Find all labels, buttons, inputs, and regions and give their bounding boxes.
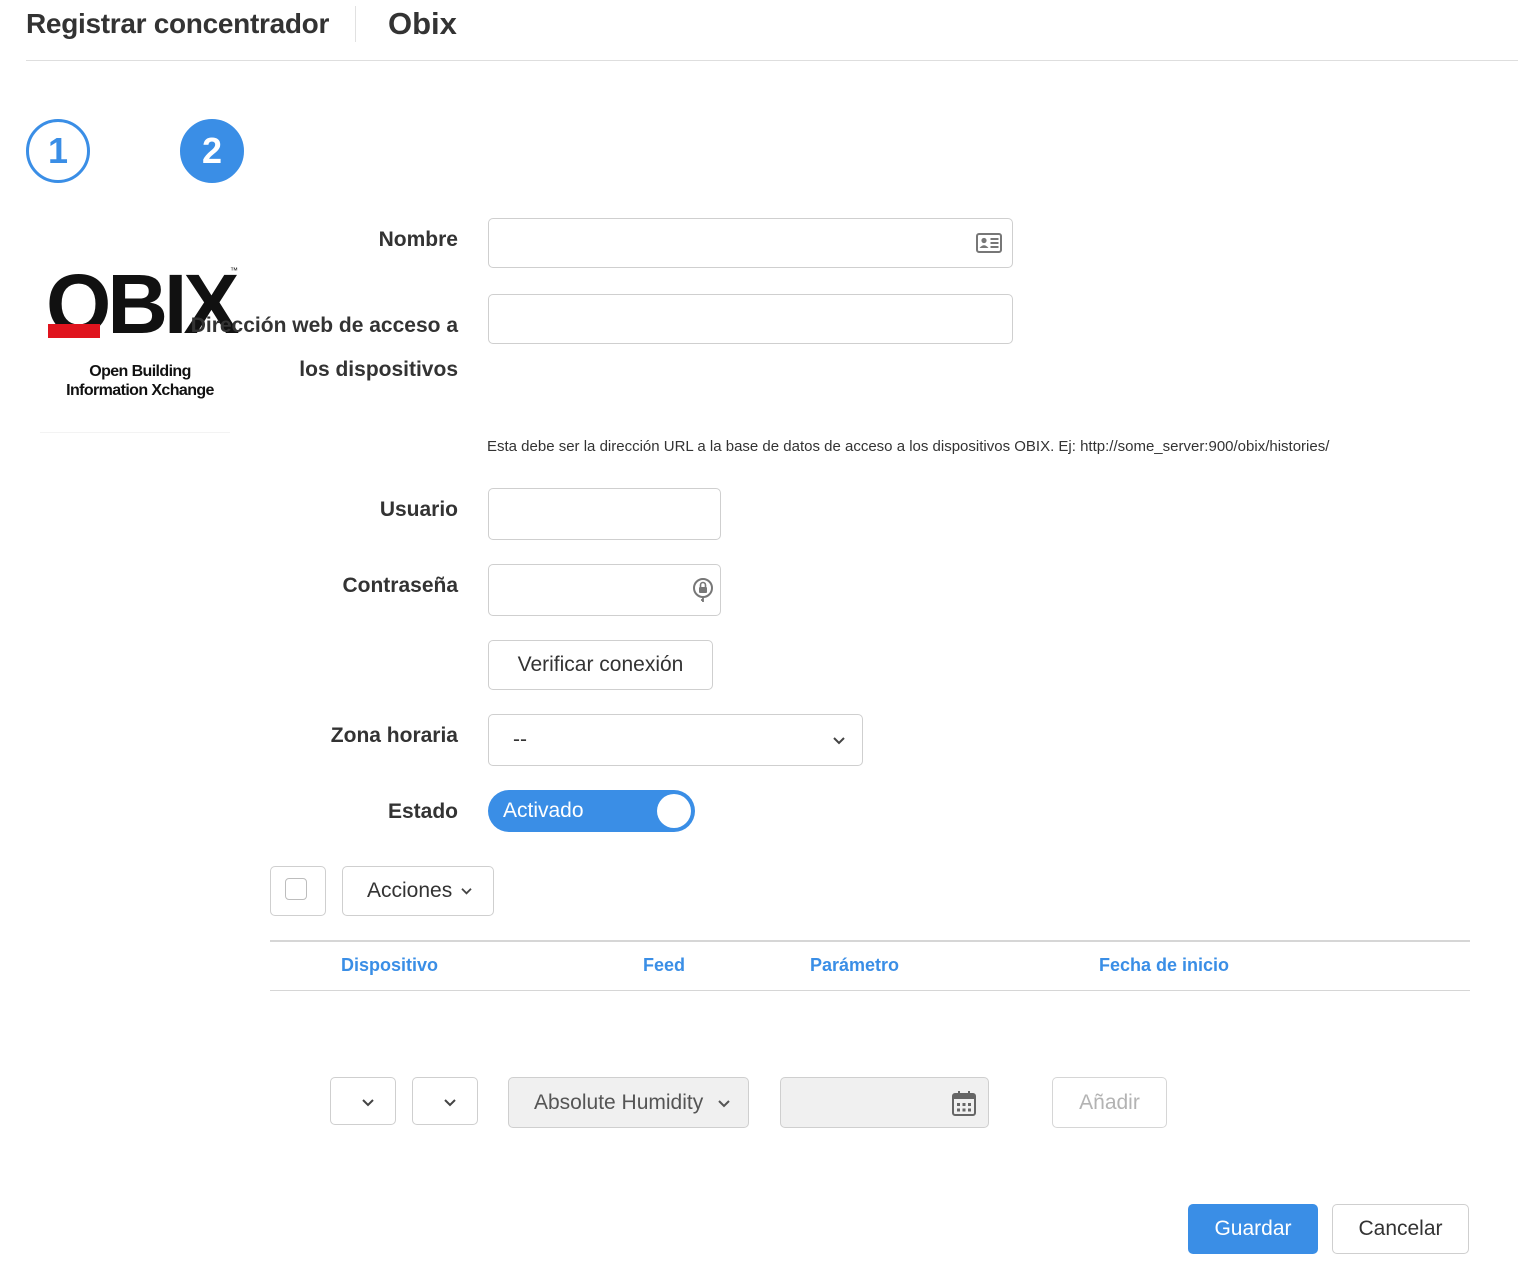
timezone-select[interactable]: -- — [488, 714, 863, 766]
logo-red-bar — [48, 324, 100, 338]
url-hint: Esta debe ser la dirección URL a la base… — [487, 438, 1330, 455]
password-key-icon[interactable] — [690, 576, 716, 604]
calendar-icon[interactable] — [951, 1089, 977, 1117]
usuario-label: Usuario — [379, 498, 458, 521]
column-header-dispositivo[interactable]: Dispositivo — [341, 955, 438, 976]
verify-connection-button[interactable]: Verificar conexión — [488, 640, 713, 690]
column-header-fecha-inicio[interactable]: Fecha de inicio — [1099, 955, 1229, 976]
chevron-down-icon — [444, 1099, 456, 1107]
save-button[interactable]: Guardar — [1188, 1204, 1318, 1254]
nombre-input[interactable] — [488, 218, 1013, 268]
checkbox-square — [285, 878, 307, 900]
chevron-down-icon — [461, 887, 472, 895]
actions-label: Acciones — [367, 879, 453, 902]
timezone-label: Zona horaria — [330, 724, 458, 747]
cancel-button[interactable]: Cancelar — [1332, 1204, 1469, 1254]
table-top-border — [270, 940, 1470, 942]
url-input[interactable] — [488, 294, 1013, 344]
page-title: Registrar concentrador — [26, 8, 330, 39]
add-row-button[interactable]: Añadir — [1052, 1077, 1167, 1128]
logo-trademark: ™ — [230, 266, 238, 275]
toggle-knob — [657, 794, 691, 828]
chevron-down-icon — [833, 737, 845, 745]
device-select[interactable] — [330, 1077, 396, 1125]
timezone-value: -- — [513, 728, 527, 751]
step-number: 1 — [47, 130, 69, 171]
header-rule — [26, 60, 1518, 61]
integration-name: Obix — [388, 6, 457, 41]
header-divider — [355, 6, 356, 42]
actions-dropdown-button[interactable]: Acciones — [342, 866, 494, 916]
password-input[interactable] — [488, 564, 721, 616]
parameter-value: Absolute Humidity — [534, 1091, 704, 1114]
column-header-feed[interactable]: Feed — [643, 955, 685, 976]
nombre-label: Nombre — [378, 228, 458, 251]
chevron-down-icon — [362, 1099, 374, 1107]
chevron-down-icon — [718, 1100, 730, 1108]
step-2-indicator[interactable]: 2 — [180, 119, 244, 183]
status-toggle-text: Activado — [503, 799, 584, 822]
password-label: Contraseña — [342, 574, 458, 597]
feed-select[interactable] — [412, 1077, 478, 1125]
contact-card-icon — [976, 233, 1002, 253]
select-all-checkbox[interactable] — [270, 866, 326, 916]
parameter-select[interactable]: Absolute Humidity — [508, 1077, 749, 1128]
start-date-input[interactable] — [780, 1077, 989, 1128]
column-header-parametro[interactable]: Parámetro — [810, 955, 899, 976]
url-label: Dirección web de acceso a los dispositiv… — [190, 314, 458, 381]
usuario-input[interactable] — [488, 488, 721, 540]
status-label: Estado — [387, 800, 458, 823]
status-toggle[interactable]: Activado — [488, 790, 695, 832]
table-header-border — [270, 990, 1470, 991]
step-1-indicator[interactable]: 1 — [26, 119, 90, 183]
logo-divider — [40, 432, 230, 433]
step-number: 2 — [201, 130, 223, 171]
